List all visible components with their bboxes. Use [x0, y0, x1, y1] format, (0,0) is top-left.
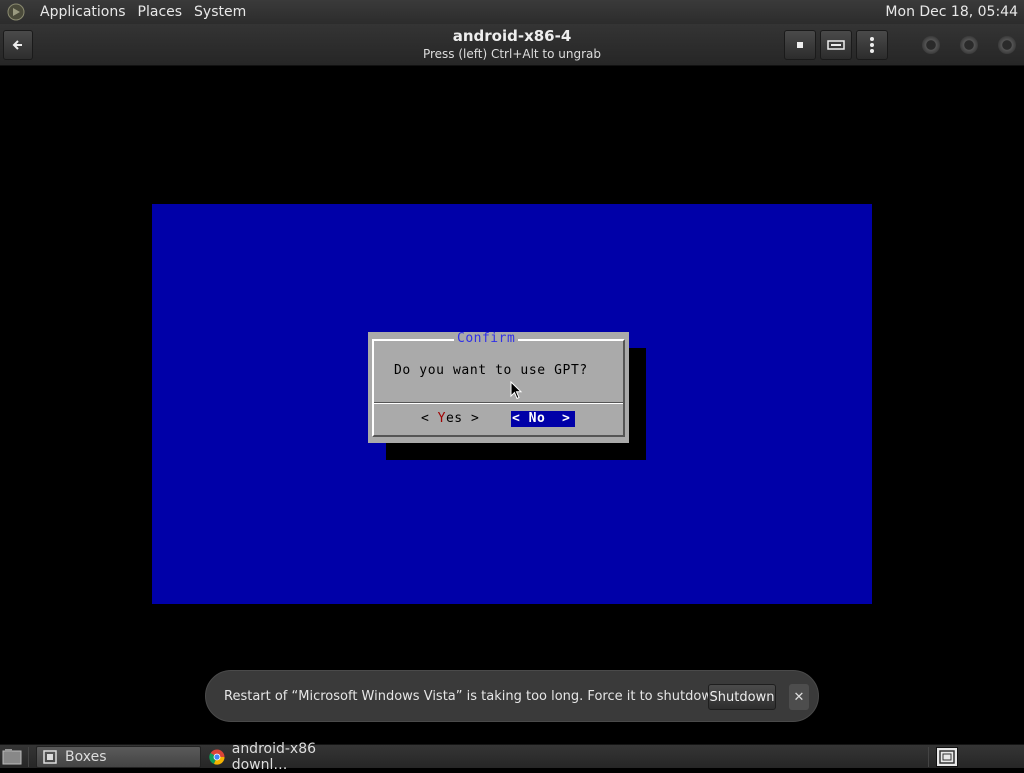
minimize-button[interactable]: [922, 36, 940, 54]
notification-message: Restart of “Microsoft Windows Vista” is …: [224, 688, 728, 704]
dialog-question: Do you want to use GPT?: [394, 363, 588, 378]
clock[interactable]: Mon Dec 18, 05:44: [885, 4, 1024, 20]
vertical-dots-icon: [870, 37, 874, 53]
yes-button[interactable]: < Yes >: [421, 411, 479, 426]
chrome-icon: [208, 748, 226, 766]
shutdown-button[interactable]: Shutdown: [708, 684, 776, 710]
notification-bubble: Restart of “Microsoft Windows Vista” is …: [205, 670, 819, 722]
boxes-icon: [41, 748, 59, 766]
keyboard-button[interactable]: [820, 30, 852, 60]
dialog-separator: [374, 402, 623, 404]
yes-bracket: <: [421, 411, 438, 426]
yes-hotkey: Y: [437, 411, 446, 426]
mouse-pointer-icon: [510, 381, 523, 400]
menu-button[interactable]: [856, 30, 888, 60]
bottom-panel: Boxes android-x86 downl…: [0, 741, 1024, 773]
taskbar-item-boxes[interactable]: Boxes: [36, 746, 201, 768]
taskbar-item-label: android-x86 downl…: [231, 741, 317, 773]
stop-icon: [797, 42, 803, 48]
taskbar-separator: [28, 747, 29, 767]
taskbar-item-label: Boxes: [65, 749, 107, 765]
stop-button[interactable]: [784, 30, 816, 60]
keyboard-icon: [827, 40, 845, 50]
dialog-title: Confirm: [454, 332, 519, 346]
show-desktop-icon[interactable]: [2, 748, 22, 766]
taskbar-separator: [928, 747, 929, 767]
taskbar-item-browser[interactable]: android-x86 downl…: [204, 741, 374, 773]
gnome-logo-icon[interactable]: [7, 2, 27, 22]
no-button[interactable]: < No >: [511, 411, 575, 427]
top-panel: Applications Places System Mon Dec 18, 0…: [0, 0, 1024, 24]
confirm-dialog: Confirm Do you want to use GPT? < Yes > …: [368, 332, 629, 443]
menu-places[interactable]: Places: [132, 4, 189, 20]
menu-system[interactable]: System: [188, 4, 252, 20]
menu-applications[interactable]: Applications: [34, 4, 132, 20]
workspace-switcher[interactable]: [936, 747, 958, 767]
notification-close-button[interactable]: ✕: [789, 684, 809, 710]
maximize-button[interactable]: [960, 36, 978, 54]
yes-label-rest: es >: [445, 411, 480, 426]
dialog-frame: [372, 339, 625, 437]
close-window-button[interactable]: [998, 36, 1016, 54]
workspace-icon: [939, 750, 955, 764]
boxes-headerbar: android-x86-4 Press (left) Ctrl+Alt to u…: [0, 24, 1024, 66]
